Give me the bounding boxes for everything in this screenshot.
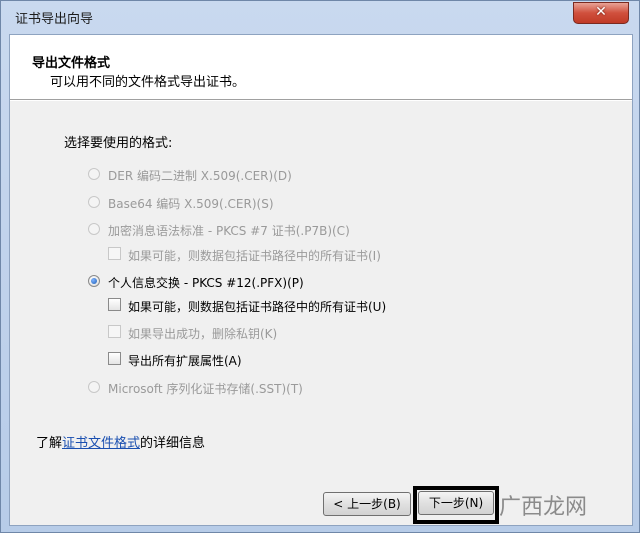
radio-circle — [88, 168, 100, 180]
certificate-export-wizard-window: 证书导出向导 ✕ 导出文件格式 可以用不同的文件格式导出证书。 选择要使用的格式… — [0, 0, 640, 533]
radio-pkcs12-label: 个人信息交换 - PKCS #12(.PFX)(P) — [108, 276, 304, 290]
checkbox-export-extended-properties-label: 导出所有扩展属性(A) — [128, 354, 242, 368]
radio-circle — [88, 196, 100, 208]
watermark: 广西龙网 — [499, 495, 588, 520]
radio-circle — [88, 223, 100, 235]
checkbox-box — [108, 247, 121, 260]
wizard-header: 导出文件格式 可以用不同的文件格式导出证书。 — [10, 35, 632, 100]
checkbox-box — [108, 352, 121, 365]
radio-der-format[interactable]: DER 编码二进制 X.509(.CER)(D) — [88, 166, 388, 184]
radio-der-label: DER 编码二进制 X.509(.CER)(D) — [108, 169, 292, 183]
radio-sst-label: Microsoft 序列化证书存储(.SST)(T) — [108, 382, 303, 396]
title-bar[interactable]: 证书导出向导 ✕ — [1, 1, 639, 31]
info-suffix: 的详细信息 — [140, 436, 206, 451]
close-icon: ✕ — [595, 4, 607, 20]
checkbox-box — [108, 298, 121, 311]
checkbox-pkcs12-include-chain[interactable]: 如果可能，则数据包括证书路径中的所有证书(U) — [108, 297, 488, 315]
checkbox-box — [108, 325, 121, 338]
radio-pkcs12-format[interactable]: 个人信息交换 - PKCS #12(.PFX)(P) — [88, 273, 408, 291]
radio-pkcs7-label: 加密消息语法标准 - PKCS #7 证书(.P7B)(C) — [108, 224, 350, 238]
radio-selected-dot — [91, 278, 97, 284]
close-button[interactable]: ✕ — [573, 2, 629, 24]
back-button[interactable]: < 上一步(B) — [323, 492, 411, 516]
page-title: 导出文件格式 — [32, 56, 111, 71]
checkbox-pkcs7-include-chain-label: 如果可能，则数据包括证书路径中的所有证书(I) — [128, 249, 381, 263]
window-title: 证书导出向导 — [15, 12, 94, 27]
checkbox-export-extended-properties[interactable]: 导出所有扩展属性(A) — [108, 351, 408, 369]
wizard-client-area: 导出文件格式 可以用不同的文件格式导出证书。 选择要使用的格式: DER 编码二… — [9, 34, 633, 526]
page-subtitle: 可以用不同的文件格式导出证书。 — [50, 75, 246, 90]
next-button-highlight-frame — [413, 486, 499, 524]
checkbox-delete-private-key[interactable]: 如果导出成功，删除私钥(K) — [108, 324, 408, 342]
radio-base64-label: Base64 编码 X.509(.CER)(S) — [108, 197, 274, 211]
radio-base64-format[interactable]: Base64 编码 X.509(.CER)(S) — [88, 194, 388, 212]
format-group-label: 选择要使用的格式: — [64, 136, 173, 151]
checkbox-delete-private-key-label: 如果导出成功，删除私钥(K) — [128, 327, 278, 341]
radio-circle — [88, 381, 100, 393]
info-prefix: 了解 — [36, 436, 63, 451]
radio-pkcs7-format[interactable]: 加密消息语法标准 - PKCS #7 证书(.P7B)(C) — [88, 221, 448, 239]
radio-sst-format[interactable]: Microsoft 序列化证书存储(.SST)(T) — [88, 379, 408, 397]
radio-circle — [88, 275, 100, 287]
checkbox-pkcs7-include-chain[interactable]: 如果可能，则数据包括证书路径中的所有证书(I) — [108, 246, 488, 264]
certificate-formats-link[interactable]: 证书文件格式 — [62, 436, 140, 451]
checkbox-pkcs12-include-chain-label: 如果可能，则数据包括证书路径中的所有证书(U) — [128, 300, 387, 314]
info-line: 了解证书文件格式的详细信息 — [36, 432, 205, 451]
